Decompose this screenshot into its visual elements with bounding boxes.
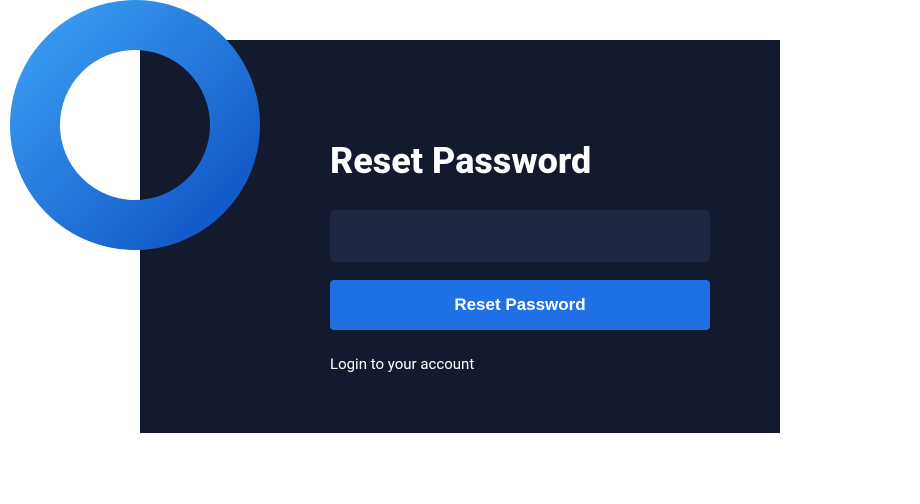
email-input[interactable] bbox=[330, 210, 710, 262]
logo-ring-icon bbox=[10, 0, 260, 250]
page-title: Reset Password bbox=[330, 140, 710, 182]
reset-password-button[interactable]: Reset Password bbox=[330, 280, 710, 330]
login-link[interactable]: Login to your account bbox=[330, 355, 474, 373]
